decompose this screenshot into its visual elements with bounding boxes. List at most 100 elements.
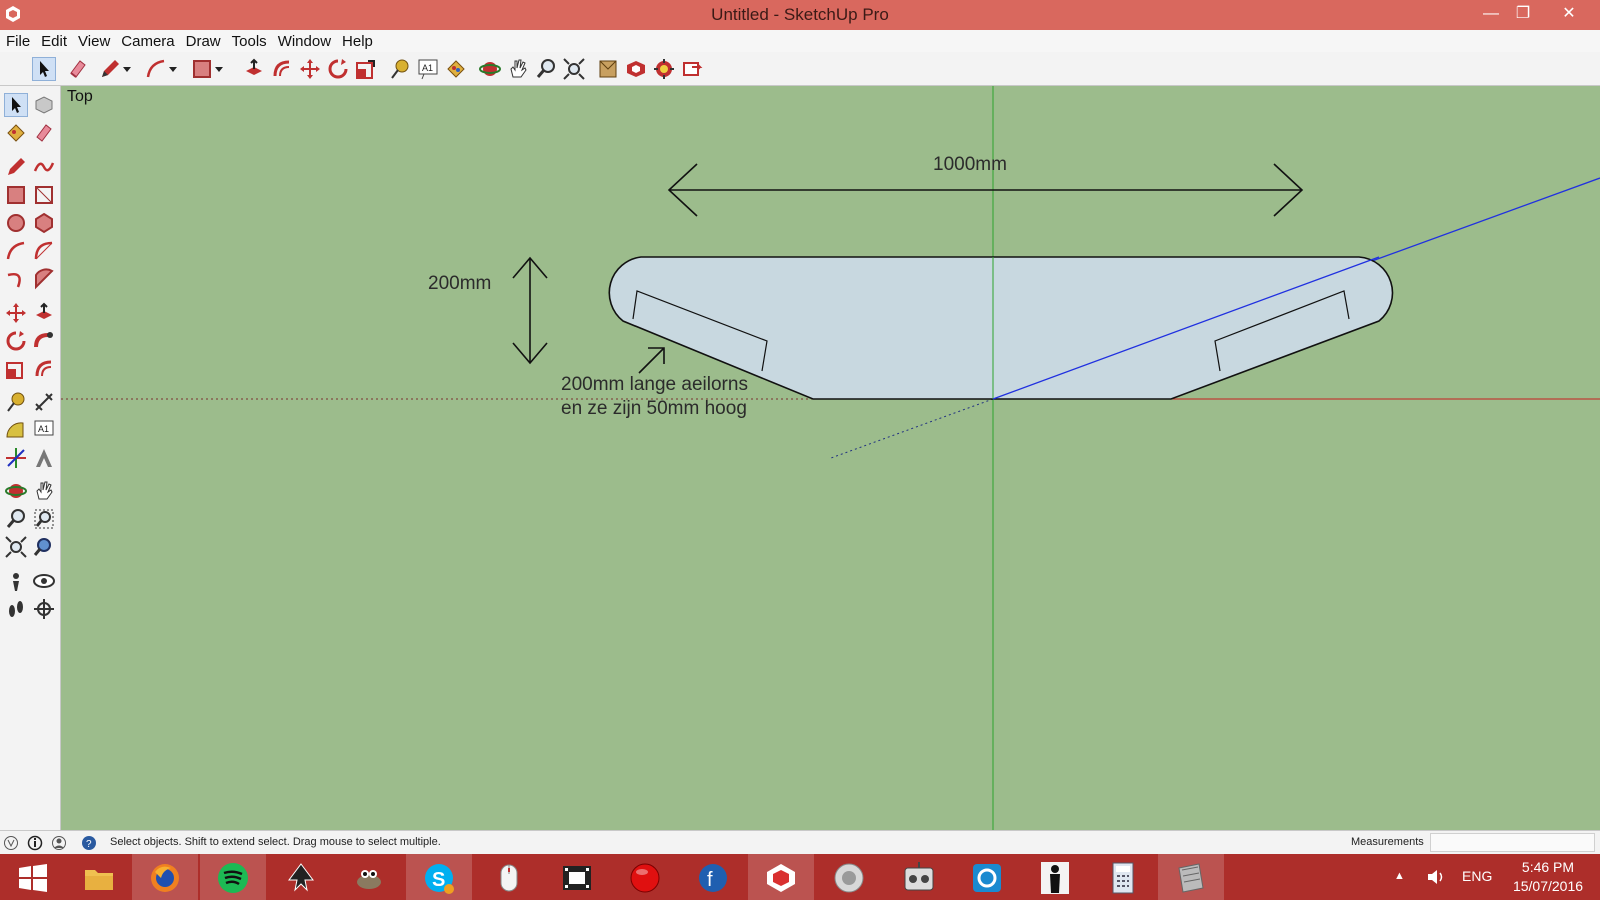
pencil-dropdown[interactable] (120, 57, 134, 81)
palette-pan-button[interactable] (32, 479, 56, 503)
restore-button[interactable]: ❐ (1500, 0, 1546, 30)
menu-camera[interactable]: Camera (115, 30, 179, 50)
arc-dropdown[interactable] (166, 57, 180, 81)
taskbar-recorder[interactable] (612, 854, 678, 900)
language-indicator[interactable]: ENG (1462, 868, 1492, 884)
component-button[interactable] (652, 57, 676, 81)
taskbar-gimp[interactable] (336, 854, 402, 900)
menu-draw[interactable]: Draw (180, 30, 226, 50)
move-tool-button[interactable] (298, 57, 322, 81)
measurements-input[interactable] (1430, 833, 1595, 852)
palette-paint-bucket-button[interactable] (4, 121, 28, 145)
pencil-tool-button[interactable] (98, 57, 122, 81)
palette-look-around-button[interactable] (32, 569, 56, 593)
menu-view[interactable]: View (72, 30, 115, 50)
taskbar-mouse-app[interactable] (476, 854, 542, 900)
rectangle-tool-button[interactable] (190, 57, 214, 81)
palette-section-plane-button[interactable] (32, 597, 56, 621)
palette-text-button[interactable]: A1 (32, 418, 56, 442)
palette-rotate-button[interactable] (4, 329, 28, 353)
eraser-tool-button[interactable] (66, 57, 90, 81)
palette-tape-measure-button[interactable] (4, 390, 28, 414)
palette-circle-button[interactable] (4, 211, 28, 235)
palette-dimension-button[interactable] (32, 390, 56, 414)
palette-select-button[interactable] (4, 93, 28, 117)
menu-tools[interactable]: Tools (226, 30, 272, 50)
pan-tool-button[interactable] (506, 57, 530, 81)
svg-text:A1: A1 (422, 63, 433, 73)
tray-overflow-icon[interactable]: ▲ (1394, 870, 1405, 882)
palette-rectangle-button[interactable] (4, 183, 28, 207)
info-icon[interactable] (27, 835, 43, 851)
select-tool-button[interactable] (32, 57, 56, 81)
palette-previous-view-button[interactable] (32, 535, 56, 559)
taskbar-inkscape[interactable] (268, 854, 334, 900)
palette-orbit-button[interactable] (4, 479, 28, 503)
menu-edit[interactable]: Edit (35, 30, 72, 50)
palette-walk-button[interactable] (4, 597, 28, 621)
palette-push-pull-button[interactable] (32, 301, 56, 325)
scale-tool-button[interactable] (354, 57, 378, 81)
system-clock[interactable]: 5:46 PM 15/07/2016 (1504, 858, 1592, 896)
palette-zoom-window-button[interactable] (32, 507, 56, 531)
palette-eraser-button[interactable] (32, 121, 56, 145)
geo-location-icon[interactable] (3, 835, 19, 851)
palette-two-point-arc-button[interactable] (32, 239, 56, 263)
taskbar-rc-simulator[interactable] (886, 854, 952, 900)
palette-3d-text-button[interactable] (32, 446, 56, 470)
zoom-extents-tool-button[interactable] (562, 57, 586, 81)
palette-follow-me-button[interactable] (32, 329, 56, 353)
palette-rotated-rectangle-button[interactable] (32, 183, 56, 207)
menu-file[interactable]: File (0, 30, 35, 50)
palette-arc-button[interactable] (4, 239, 28, 263)
arc-tool-button[interactable] (144, 57, 168, 81)
palette-three-point-arc-button[interactable] (4, 267, 28, 291)
close-button[interactable]: ✕ (1546, 0, 1592, 30)
text-tool-button[interactable]: A1 (416, 57, 440, 81)
taskbar-skype[interactable]: S (406, 854, 472, 900)
help-icon[interactable]: ? (81, 835, 97, 851)
rectangle-dropdown[interactable] (212, 57, 226, 81)
drawing-viewport[interactable]: Top 1000mm 200mm 200mm lange aeilorns en… (61, 86, 1600, 830)
zoom-tool-button[interactable] (534, 57, 558, 81)
taskbar-media-app[interactable] (954, 854, 1020, 900)
palette-pie-button[interactable] (32, 267, 56, 291)
offset-tool-button[interactable] (270, 57, 294, 81)
palette-position-camera-button[interactable] (4, 569, 28, 593)
taskbar-calculator[interactable] (1090, 854, 1156, 900)
taskbar-video-editor[interactable] (544, 854, 610, 900)
blue-axis-negative (830, 398, 994, 459)
palette-line-button[interactable] (4, 155, 28, 179)
warehouse-button[interactable] (596, 57, 620, 81)
palette-component-button[interactable] (32, 93, 56, 117)
palette-scale-button[interactable] (4, 357, 28, 381)
menu-help[interactable]: Help (336, 30, 378, 50)
volume-icon[interactable] (1425, 867, 1447, 887)
palette-freehand-button[interactable] (32, 155, 56, 179)
push-pull-tool-button[interactable] (242, 57, 266, 81)
rotate-tool-button[interactable] (326, 57, 350, 81)
taskbar-spotify[interactable] (200, 854, 266, 900)
tape-measure-tool-button[interactable] (388, 57, 412, 81)
start-button[interactable] (0, 854, 66, 900)
taskbar-firefox[interactable] (132, 854, 198, 900)
orbit-tool-button[interactable] (478, 57, 502, 81)
palette-move-button[interactable] (4, 301, 28, 325)
taskbar-sketchup[interactable] (748, 854, 814, 900)
menu-window[interactable]: Window (272, 30, 336, 50)
extension-button[interactable] (624, 57, 648, 81)
taskbar-filezilla[interactable]: f (680, 854, 746, 900)
taskbar-file-explorer[interactable] (66, 854, 132, 900)
taskbar-speaker-app[interactable] (816, 854, 882, 900)
taskbar-files[interactable] (1158, 854, 1224, 900)
taskbar-person-app[interactable] (1022, 854, 1088, 900)
palette-offset-button[interactable] (32, 357, 56, 381)
paint-bucket-tool-button[interactable] (444, 57, 468, 81)
palette-protractor-button[interactable] (4, 418, 28, 442)
send-button[interactable] (680, 57, 704, 81)
palette-zoom-button[interactable] (4, 507, 28, 531)
palette-zoom-extents-button[interactable] (4, 535, 28, 559)
palette-axes-button[interactable] (4, 446, 28, 470)
user-account-icon[interactable] (51, 835, 67, 851)
palette-polygon-button[interactable] (32, 211, 56, 235)
